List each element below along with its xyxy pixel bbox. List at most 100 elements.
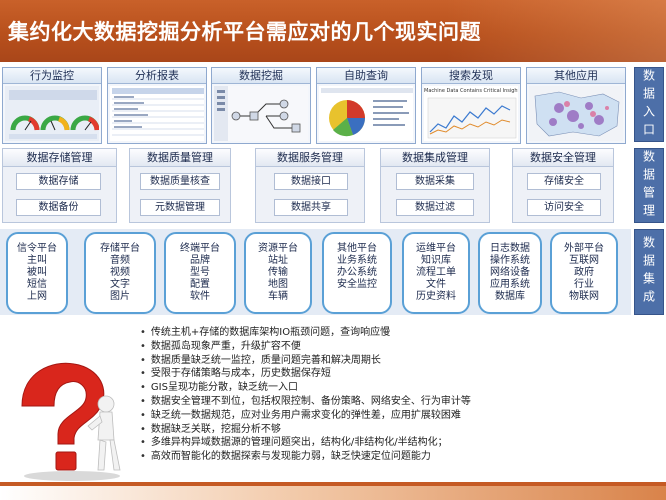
source-line: 资源平台	[258, 243, 298, 254]
mgmt-panel-title: 数据服务管理	[256, 149, 364, 167]
source-line: 互联网	[569, 255, 599, 266]
source-box: 运维平台 知识库 流程工单 文件 历史资料	[402, 232, 470, 314]
mgmt-panel-storage: 数据存储管理 数据存储 数据备份	[2, 148, 117, 223]
source-box: 日志数据 操作系统 网络设备 应用系统 数据库	[478, 232, 542, 314]
issue-item: 受限于存储策略与成本，历史数据保存短	[140, 367, 630, 381]
source-line: 外部平台	[564, 243, 604, 254]
source-line: 软件	[190, 291, 210, 302]
title-bar: 集约化大数据挖掘分析平台需应对的几个现实问题	[0, 0, 666, 62]
source-box: 信令平台 主叫 被叫 短信 上网	[6, 232, 68, 314]
source-line: 日志数据	[490, 243, 530, 254]
mgmt-item: 数据采集	[396, 173, 474, 190]
source-line: 操作系统	[490, 255, 530, 266]
mgmt-item: 元数据管理	[140, 199, 220, 216]
mgmt-panel-title: 数据集成管理	[381, 149, 489, 167]
side-label-data-entry: 数据入口	[634, 67, 664, 142]
source-line: 办公系统	[337, 267, 377, 278]
footer-bar	[0, 486, 666, 500]
mgmt-item: 访问安全	[527, 199, 601, 216]
mgmt-item: 存储安全	[527, 173, 601, 190]
source-line: 网络设备	[490, 267, 530, 278]
app-window-other-apps: 其他应用	[526, 67, 626, 144]
source-line: 行业	[574, 279, 594, 290]
issue-item: 数据质量缺乏统一监控，质量问题完善和解决周期长	[140, 354, 630, 368]
issue-item: 高效而智能化的数据探索与发现能力弱，缺乏快速定位问题能力	[140, 450, 630, 464]
mgmt-panel-title: 数据存储管理	[3, 149, 116, 167]
side-label-data-collect: 数据集成	[634, 229, 664, 315]
issue-item: 缺乏统一数据规范，应对业务用户需求变化的弹性差，应用扩展较困难	[140, 409, 630, 423]
source-line: 车辆	[268, 291, 288, 302]
search-thumbnail: Machine Data Contains Critical Insights	[424, 86, 518, 141]
issue-item: 数据安全管理不到位，包括权限控制、备份策略、网络安全、行为审计等	[140, 395, 630, 409]
mgmt-item: 数据质量核查	[140, 173, 220, 190]
issue-item: 传统主机+存储的数据库架构IO瓶颈问题，查询响应慢	[140, 326, 630, 340]
source-line: 运维平台	[416, 243, 456, 254]
source-line: 存储平台	[100, 243, 140, 254]
issue-item: GIS呈现功能分散，缺乏统一入口	[140, 381, 630, 395]
source-box: 资源平台 站址 传输 地图 车辆	[244, 232, 312, 314]
app-window-search-discovery: 搜索发现 Machine Data Contains Critical Insi…	[421, 67, 521, 144]
mgmt-item: 数据共享	[274, 199, 348, 216]
issue-item: 数据缺乏关联，挖掘分析不够	[140, 423, 630, 437]
app-window-label: 行为监控	[3, 68, 101, 84]
source-line: 文件	[426, 279, 446, 290]
mgmt-item: 数据接口	[274, 173, 348, 190]
source-line: 其他平台	[337, 243, 377, 254]
mgmt-panel-service: 数据服务管理 数据接口 数据共享	[255, 148, 365, 223]
source-line: 信令平台	[17, 243, 57, 254]
app-window-label: 搜索发现	[422, 68, 520, 84]
mgmt-item: 数据备份	[16, 199, 101, 216]
source-line: 数据库	[495, 291, 525, 302]
source-line: 音频	[110, 255, 130, 266]
source-line: 配置	[190, 279, 210, 290]
app-window-reports: 分析报表	[107, 67, 207, 144]
source-line: 主叫	[27, 255, 47, 266]
issue-item: 数据孤岛现象严重，升级扩容不便	[140, 340, 630, 354]
source-line: 历史资料	[416, 291, 456, 302]
source-line: 业务系统	[337, 255, 377, 266]
app-window-label: 自助查询	[317, 68, 415, 84]
page-title: 集约化大数据挖掘分析平台需应对的几个现实问题	[8, 20, 481, 44]
source-line: 政府	[574, 267, 594, 278]
mgmt-item: 数据过滤	[396, 199, 474, 216]
source-line: 流程工单	[416, 267, 456, 278]
question-mark-figure	[14, 354, 134, 484]
source-line: 视频	[110, 267, 130, 278]
map-thumbnail	[529, 86, 623, 141]
source-box: 其他平台 业务系统 办公系统 安全监控	[322, 232, 392, 314]
app-window-self-query: 自助查询	[316, 67, 416, 144]
source-line: 终端平台	[180, 243, 220, 254]
issue-list: 传统主机+存储的数据库架构IO瓶颈问题，查询响应慢 数据孤岛现象严重，升级扩容不…	[140, 326, 630, 464]
app-window-label: 数据挖掘	[212, 68, 310, 84]
mgmt-item: 数据存储	[16, 173, 101, 190]
app-window-behavior-monitor: 行为监控	[2, 67, 102, 144]
app-window-data-mining: 数据挖掘	[211, 67, 311, 144]
source-line: 图片	[110, 291, 130, 302]
source-line: 知识库	[421, 255, 451, 266]
source-line: 应用系统	[490, 279, 530, 290]
mgmt-panel-integration: 数据集成管理 数据采集 数据过滤	[380, 148, 490, 223]
mgmt-panel-security: 数据安全管理 存储安全 访问安全	[512, 148, 614, 223]
source-line: 被叫	[27, 267, 47, 278]
side-label-data-mgmt: 数据管理	[634, 148, 664, 223]
source-box: 外部平台 互联网 政府 行业 物联网	[550, 232, 618, 314]
gauges-thumbnail	[5, 86, 99, 141]
issue-item: 多维异构异域数据源的管理问题突出，结构化/非结构化/半结构化；	[140, 436, 630, 450]
app-window-label: 其他应用	[527, 68, 625, 84]
pie-chart-thumbnail	[319, 86, 413, 141]
source-line: 安全监控	[337, 279, 377, 290]
source-box: 终端平台 品牌 型号 配置 软件	[164, 232, 236, 314]
report-table-thumbnail	[110, 86, 204, 141]
source-box: 存储平台 音频 视频 文字 图片	[84, 232, 156, 314]
source-line: 物联网	[569, 291, 599, 302]
source-line: 文字	[110, 279, 130, 290]
source-line: 品牌	[190, 255, 210, 266]
mgmt-panel-title: 数据安全管理	[513, 149, 613, 167]
source-line: 传输	[268, 267, 288, 278]
source-line: 短信	[27, 279, 47, 290]
workflow-thumbnail	[214, 86, 308, 141]
source-line: 地图	[268, 279, 288, 290]
source-line: 型号	[190, 267, 210, 278]
app-window-label: 分析报表	[108, 68, 206, 84]
source-line: 站址	[268, 255, 288, 266]
